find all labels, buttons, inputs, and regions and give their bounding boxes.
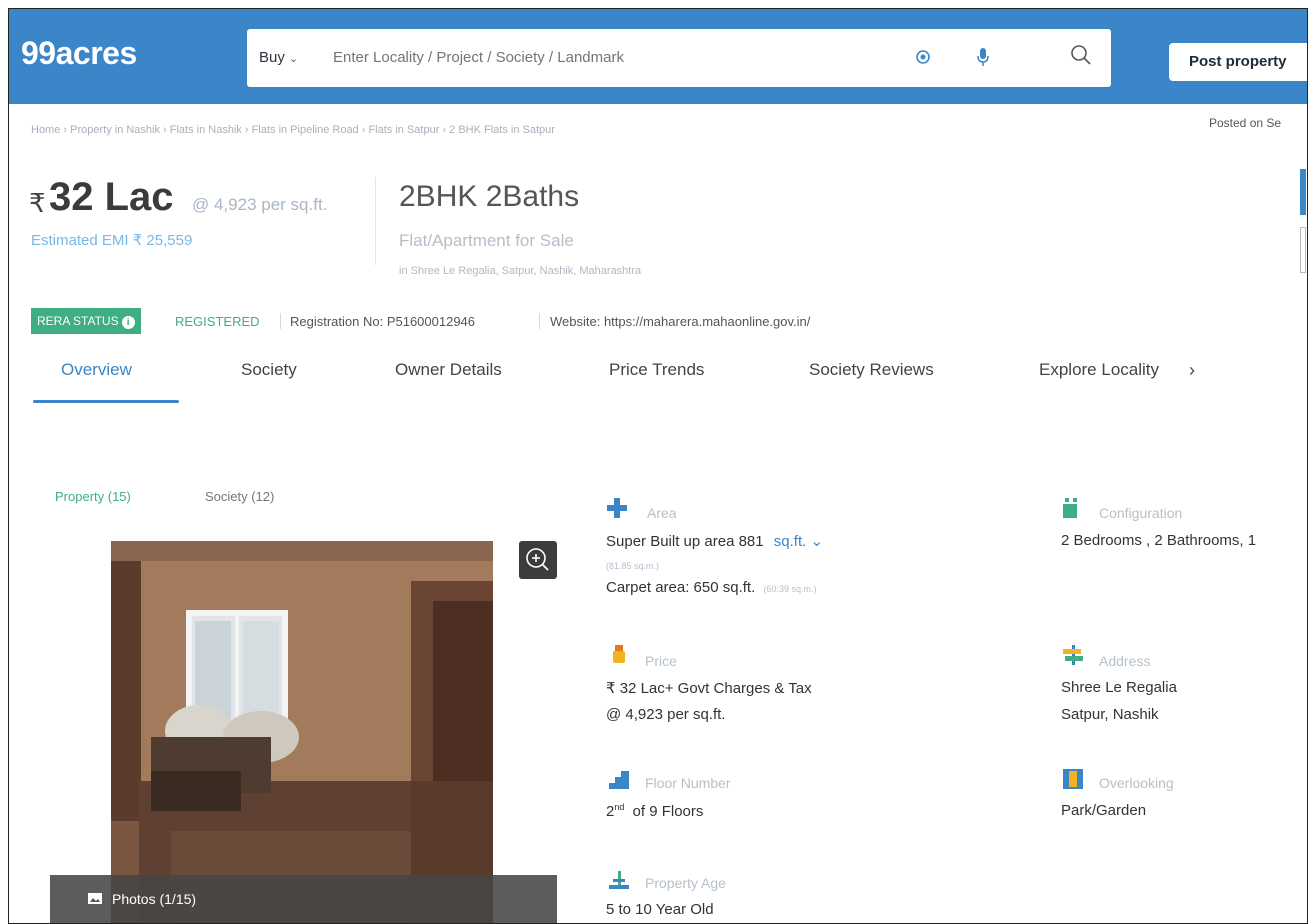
total-floors: of 9 Floors <box>632 803 704 820</box>
rera-badge-label: RERA STATUS <box>37 314 119 328</box>
floor-number-label: Floor Number <box>645 775 731 791</box>
search-bar: Buy ⌄ <box>247 29 1111 87</box>
rera-status-badge[interactable]: RERA STATUS i <box>31 308 141 334</box>
floor-number-value: 2nd of 9 Floors <box>606 802 703 820</box>
zoom-in-button[interactable] <box>519 541 557 579</box>
overlooking-value: Park/Garden <box>1061 802 1147 819</box>
area-icon <box>607 498 627 518</box>
tab-owner-details[interactable]: Owner Details <box>395 360 502 380</box>
post-property-button[interactable]: Post property <box>1169 43 1307 81</box>
address-line1: Shree Le Regalia <box>1061 679 1177 696</box>
property-age-icon <box>609 871 629 889</box>
society-photos-tab[interactable]: Society (12) <box>205 489 274 504</box>
super-built-up-area: Super Built up area 881 sq.ft. ⌄ <box>606 532 823 550</box>
posted-on-text: Posted on Se <box>1209 116 1282 130</box>
floor-icon <box>609 771 629 789</box>
overlooking-icon <box>1063 769 1083 789</box>
estimated-emi-link[interactable]: Estimated EMI ₹ 25,559 <box>31 231 192 249</box>
super-area-sqm: (81.85 sq.m.) <box>606 561 660 571</box>
address-line2: Satpur, Nashik <box>1061 706 1159 723</box>
price-per-sqft: @ 4,923 per sq.ft. <box>192 195 328 214</box>
rera-registered-status: REGISTERED <box>175 314 260 329</box>
locate-me-icon[interactable] <box>915 49 931 65</box>
carpet-area-sqm: (60.39 sq.m.) <box>763 584 817 594</box>
zoom-in-icon <box>526 548 549 571</box>
price-tag-icon <box>613 645 625 663</box>
rera-website[interactable]: Website: https://maharera.mahaonline.gov… <box>550 314 810 329</box>
property-photos-tab[interactable]: Property (15) <box>55 489 131 504</box>
breadcrumb[interactable]: Home › Property in Nashik › Flats in Nas… <box>31 124 555 136</box>
configuration-value: 2 Bedrooms , 2 Bathrooms, 1 <box>1061 532 1257 549</box>
property-age-value: 5 to 10 Year Old <box>606 901 714 918</box>
property-photo[interactable] <box>111 541 493 923</box>
configuration-icon <box>1063 498 1077 518</box>
picture-icon <box>88 893 102 904</box>
price-value: ₹ 32 Lac+ Govt Charges & Tax <box>606 680 812 697</box>
room-photo-illustration <box>111 541 493 923</box>
photos-counter-bar[interactable]: Photos (1/15) <box>50 875 557 923</box>
property-age-label: Property Age <box>645 875 726 891</box>
unit-label: sq.ft. <box>773 533 807 550</box>
rera-registration-number: Registration No: P51600012946 <box>290 314 476 329</box>
site-logo[interactable]: 99acres <box>21 35 137 72</box>
chevron-right-icon[interactable]: › <box>1189 360 1195 381</box>
tab-overview[interactable]: Overview <box>61 360 132 380</box>
carpet-area-value: Carpet area: 650 sq.ft. <box>606 579 756 596</box>
signpost-icon <box>1063 645 1083 665</box>
tab-society[interactable]: Society <box>241 360 297 380</box>
photos-count-label: Photos (1/15) <box>112 891 197 907</box>
buy-label: Buy <box>259 49 285 66</box>
info-icon[interactable]: i <box>121 316 135 329</box>
area-label: Area <box>647 505 677 521</box>
listing-title: 2BHK 2Baths <box>399 180 580 213</box>
side-action-button[interactable] <box>1300 169 1306 215</box>
active-tab-indicator <box>33 400 179 403</box>
carpet-area: Carpet area: 650 sq.ft. (60.39 sq.m.) <box>606 579 816 596</box>
overlooking-label: Overlooking <box>1099 775 1174 791</box>
search-input[interactable] <box>333 49 873 66</box>
price-label: Price <box>645 653 677 669</box>
property-type: Flat/Apartment for Sale <box>399 231 574 250</box>
microphone-icon[interactable] <box>975 47 991 67</box>
search-icon[interactable] <box>1069 43 1093 67</box>
tab-price-trends[interactable]: Price Trends <box>609 360 704 380</box>
page-frame: 99acres Buy⌄ Post property Home › Proper… <box>8 8 1308 924</box>
top-bar: 99acres Buy⌄ Post property <box>9 9 1307 104</box>
tab-explore-locality[interactable]: Explore Locality <box>1039 360 1159 380</box>
chevron-down-icon: ⌄ <box>810 533 824 550</box>
listing-price: 32 Lac <box>49 175 174 219</box>
address-label: Address <box>1099 653 1151 669</box>
configuration-label: Configuration <box>1099 505 1183 521</box>
price-per-sqft-value: @ 4,923 per sq.ft. <box>606 706 726 723</box>
divider <box>539 313 540 329</box>
tab-society-reviews[interactable]: Society Reviews <box>809 360 934 380</box>
chevron-down-icon: ⌄ <box>288 53 299 65</box>
unit-dropdown[interactable]: sq.ft. ⌄ <box>774 533 823 550</box>
side-action-button[interactable] <box>1300 227 1306 273</box>
listing-location: in Shree Le Regalia, Satpur, Nashik, Mah… <box>399 265 642 277</box>
divider <box>280 313 281 329</box>
rupee-symbol: ₹ <box>29 188 46 218</box>
buy-dropdown[interactable]: Buy ⌄ <box>259 49 298 66</box>
super-built-up-area-value: Super Built up area 881 <box>606 533 764 550</box>
divider <box>375 177 376 265</box>
floor-suffix: nd <box>614 802 625 812</box>
